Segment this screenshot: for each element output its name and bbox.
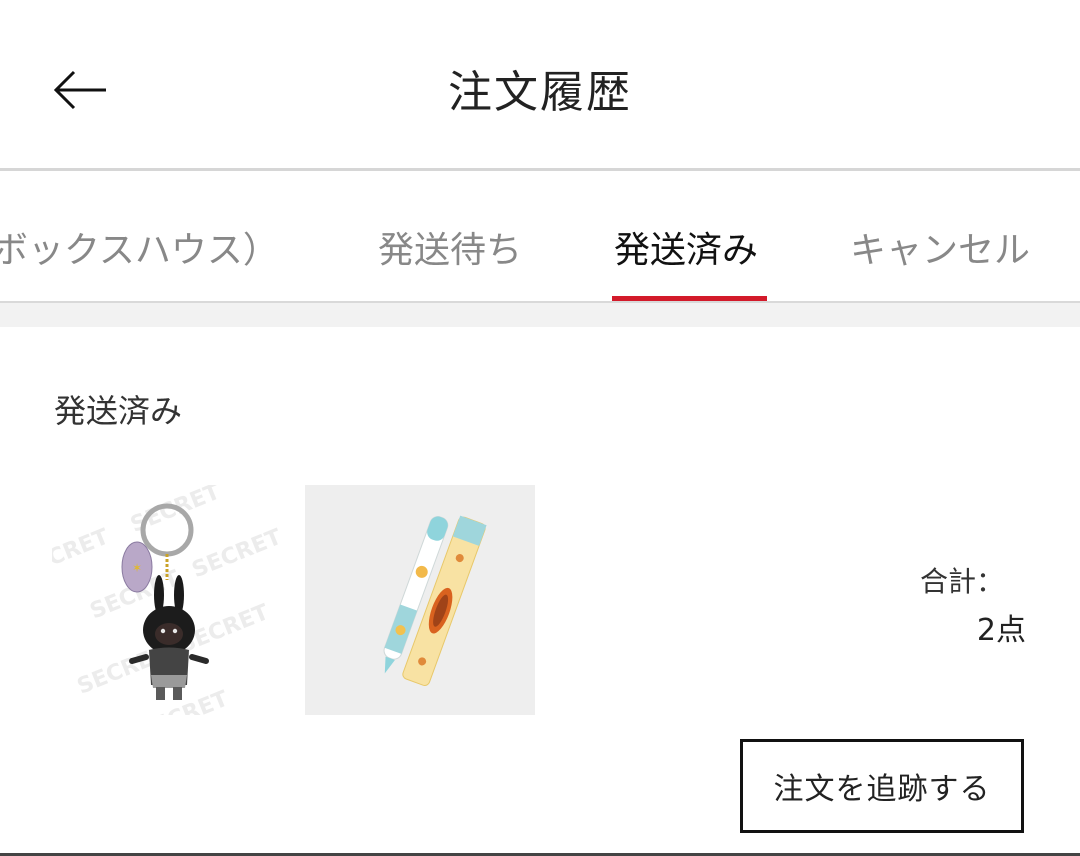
order-status-label: 発送済み bbox=[54, 392, 183, 430]
section-gap bbox=[0, 303, 1080, 327]
tab-cancelled[interactable]: キャンセル bbox=[850, 221, 1030, 273]
product-thumbnail-keychain[interactable]: SECRET SECRET SECRET SECRET SECRET SECRE… bbox=[52, 485, 282, 715]
track-order-button[interactable]: 注文を追跡する bbox=[740, 739, 1024, 833]
page-title: 注文履歴 bbox=[448, 67, 632, 118]
product-thumbnail-pen[interactable] bbox=[305, 485, 535, 715]
total-item-count: 2点 bbox=[976, 613, 1026, 648]
svg-text:SECRET: SECRET bbox=[52, 524, 112, 582]
black-bunny-keychain-image: SECRET SECRET SECRET SECRET SECRET SECRE… bbox=[52, 485, 282, 715]
tab-awaiting-shipment[interactable]: 発送待ち bbox=[378, 221, 522, 273]
svg-text:SECRET: SECRET bbox=[189, 525, 282, 583]
svg-text:✶: ✶ bbox=[132, 561, 142, 575]
order-status-tabs: ボックスハウス） 発送待ち 発送済み キャンセル bbox=[0, 171, 1080, 301]
tab-shipped[interactable]: 発送済み bbox=[614, 221, 758, 273]
total-label: 合計： bbox=[920, 565, 1005, 598]
header-bar: 注文履歴 bbox=[0, 0, 1080, 168]
svg-text:SECRET: SECRET bbox=[135, 687, 232, 715]
tab-box-house[interactable]: ボックスハウス） bbox=[0, 221, 279, 273]
pen-in-case-image bbox=[383, 515, 487, 686]
